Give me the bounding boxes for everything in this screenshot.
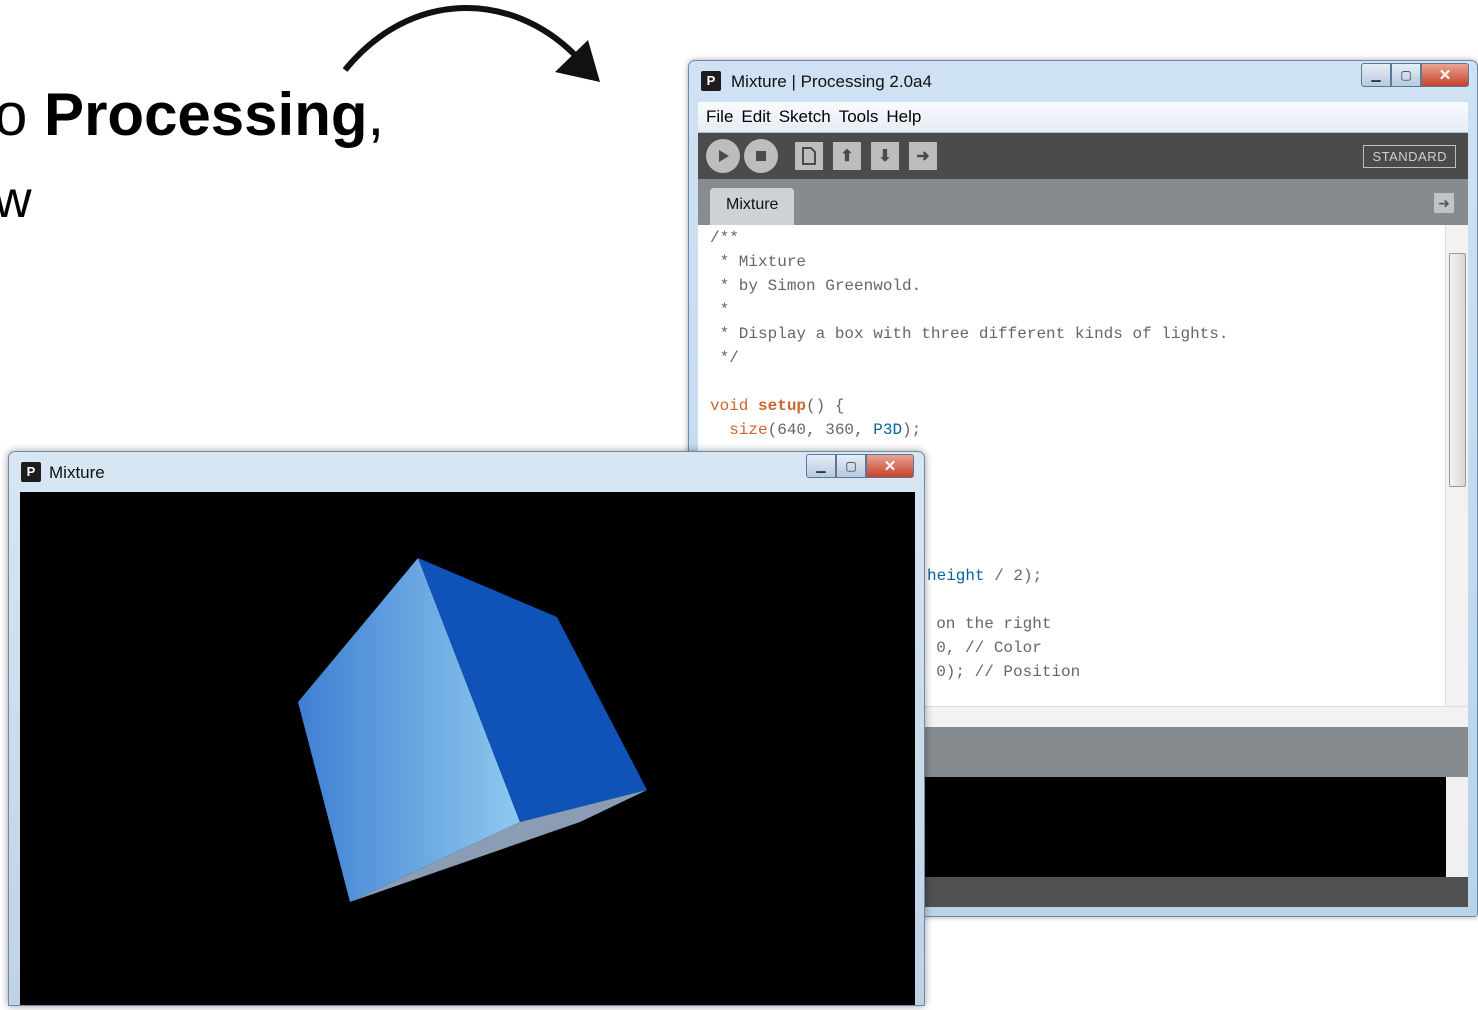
slide-heading: o Processing, <box>0 81 385 148</box>
code-line: * Mixture <box>710 253 807 271</box>
mode-selector[interactable]: STANDARD <box>1363 145 1456 168</box>
run-icon[interactable] <box>706 139 740 173</box>
export-icon[interactable]: ➜ <box>909 142 937 170</box>
code-line: size(640, 360, P3D); <box>729 421 922 439</box>
editor-vertical-scrollbar[interactable] <box>1445 225 1468 707</box>
maximize-icon[interactable]: ▢ <box>1391 63 1421 87</box>
menu-edit[interactable]: Edit <box>741 107 770 127</box>
tab-bar: Mixture ➜ <box>698 179 1468 225</box>
menu-tools[interactable]: Tools <box>839 107 879 127</box>
tab-mixture[interactable]: Mixture <box>710 188 795 225</box>
open-icon[interactable]: ⬆ <box>833 142 861 170</box>
window-controls: ▁ ▢ ✕ <box>1361 63 1469 87</box>
save-icon[interactable]: ⬇ <box>871 142 899 170</box>
code-line: height / 2); <box>927 567 1043 585</box>
new-icon[interactable] <box>795 142 823 170</box>
tab-menu-arrow-icon[interactable]: ➜ <box>1434 193 1454 213</box>
rotating-cube <box>298 558 647 902</box>
minimize-icon[interactable]: ▁ <box>806 454 836 478</box>
close-icon[interactable]: ✕ <box>866 454 914 478</box>
slide-subline: w <box>0 171 32 229</box>
menu-sketch[interactable]: Sketch <box>779 107 831 127</box>
code-line: */ <box>710 349 739 367</box>
sketch-window-title: Mixture <box>49 463 105 482</box>
code-line: t on the right <box>917 615 1052 633</box>
processing-logo-icon: P <box>21 462 41 482</box>
minimize-icon[interactable]: ▁ <box>1361 63 1391 87</box>
maximize-icon[interactable]: ▢ <box>836 454 866 478</box>
code-line: , 0, // Color <box>917 639 1042 657</box>
menu-file[interactable]: File <box>706 107 733 127</box>
scroll-thumb[interactable] <box>1449 253 1466 487</box>
console-scrollbar[interactable] <box>1446 777 1468 877</box>
code-line: * by Simon Greenwold. <box>710 277 922 295</box>
stop-icon[interactable] <box>744 139 778 173</box>
code-line: , 0); // Position <box>917 663 1081 681</box>
menu-bar: File Edit Sketch Tools Help <box>698 102 1468 133</box>
code-line: * <box>710 301 730 319</box>
code-line: /** <box>710 229 739 247</box>
code-line: void setup() { <box>710 397 845 415</box>
window-title: Mixture | Processing 2.0a4 <box>731 72 932 91</box>
sketch-window: P Mixture ▁ ▢ ✕ <box>8 451 925 1006</box>
curved-arrow-icon <box>342 5 600 82</box>
window-controls: ▁ ▢ ✕ <box>806 454 914 478</box>
toolbar: ⬆ ⬇ ➜ STANDARD <box>698 133 1468 179</box>
code-line: * Display a box with three different kin… <box>710 325 1229 343</box>
processing-logo-icon: P <box>701 71 721 91</box>
ide-titlebar[interactable]: P Mixture | Processing 2.0a4 ▁ ▢ ✕ <box>689 61 1477 101</box>
close-icon[interactable]: ✕ <box>1421 63 1469 87</box>
menu-help[interactable]: Help <box>886 107 921 127</box>
sketch-canvas[interactable] <box>20 492 915 1005</box>
